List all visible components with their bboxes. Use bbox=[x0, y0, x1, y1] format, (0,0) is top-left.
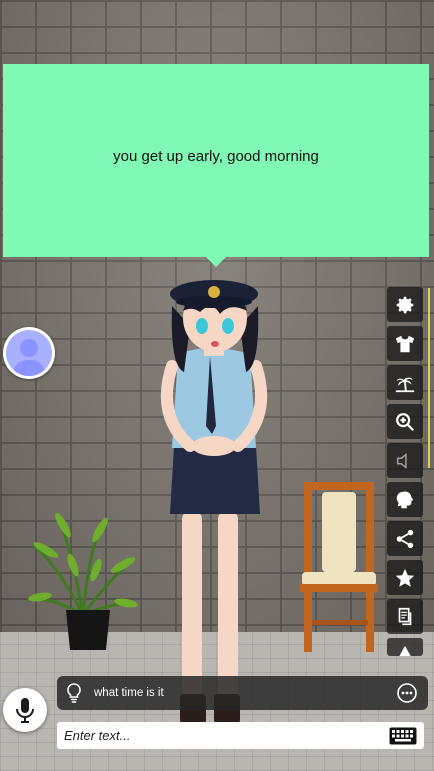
side-toolbar bbox=[387, 287, 425, 656]
share-button[interactable] bbox=[387, 521, 423, 556]
suggestion-text[interactable]: what time is it bbox=[94, 687, 396, 699]
brain-icon bbox=[396, 490, 414, 508]
favorite-button[interactable] bbox=[387, 560, 423, 595]
document-icon bbox=[398, 607, 412, 625]
speech-text: you get up early, good morning bbox=[113, 148, 319, 165]
star-icon bbox=[395, 568, 415, 587]
avatar-silhouette bbox=[6, 330, 52, 376]
microphone-icon bbox=[16, 698, 34, 723]
message-button[interactable] bbox=[387, 599, 423, 634]
suggestion-bar[interactable]: what time is it bbox=[57, 676, 428, 710]
zoom-button[interactable] bbox=[387, 404, 423, 439]
chat-input[interactable] bbox=[57, 722, 389, 749]
share-icon bbox=[396, 529, 414, 548]
warning-button[interactable] bbox=[387, 638, 423, 656]
microphone-button[interactable] bbox=[3, 688, 47, 732]
potted-plant bbox=[28, 512, 138, 650]
brain-button[interactable] bbox=[387, 482, 423, 517]
outfit-button[interactable] bbox=[387, 326, 423, 361]
anime-character[interactable] bbox=[150, 266, 280, 736]
shirt-icon bbox=[395, 335, 415, 352]
lightbulb-icon bbox=[67, 683, 81, 703]
sound-button[interactable] bbox=[387, 443, 423, 478]
scene-button[interactable] bbox=[387, 365, 423, 400]
speech-bubble: you get up early, good morning bbox=[3, 64, 429, 267]
more-options-icon[interactable] bbox=[396, 682, 418, 704]
speaker-icon bbox=[396, 452, 407, 469]
settings-button[interactable] bbox=[387, 287, 423, 322]
user-avatar[interactable] bbox=[3, 327, 55, 379]
gear-icon bbox=[396, 296, 414, 313]
beach-icon bbox=[395, 377, 415, 392]
keyboard-icon[interactable] bbox=[389, 727, 417, 745]
toolbar-rail bbox=[428, 288, 430, 468]
wooden-chair bbox=[300, 482, 378, 652]
zoom-in-icon bbox=[396, 412, 415, 431]
chat-input-box bbox=[57, 722, 424, 749]
warning-icon bbox=[399, 645, 411, 656]
